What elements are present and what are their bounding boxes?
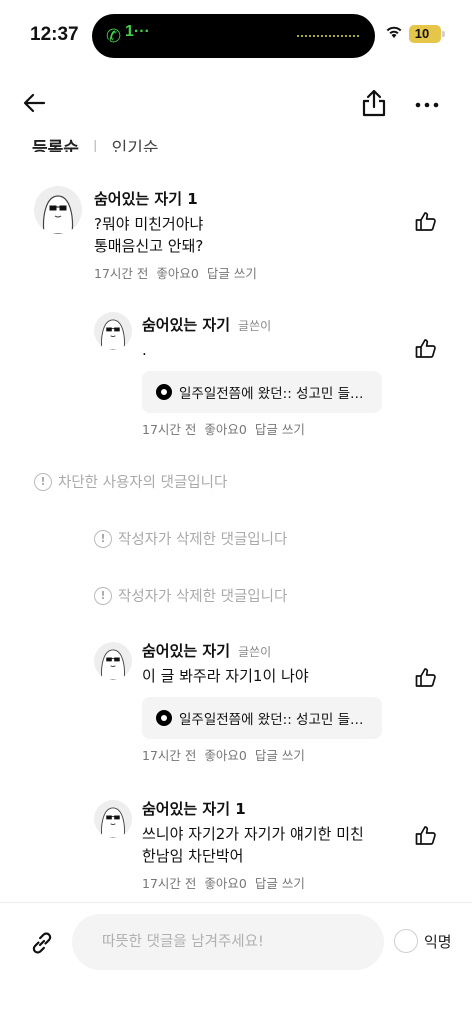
reply-comment-item: 숨어있는 자기 글쓴이 이 글 봐주라 자기1이 나야 일주일전쯤에 왔던:: … bbox=[94, 640, 444, 770]
ghost-avatar-icon bbox=[101, 319, 125, 350]
link-icon[interactable] bbox=[28, 929, 56, 957]
avatar[interactable] bbox=[94, 800, 132, 838]
reply-comment-item: 숨어있는 자기 1 쓰니야 자기2가 자기가 얘기한 미친 한남임 차단박어 1… bbox=[94, 798, 444, 898]
comment-author[interactable]: 숨어있는 자기 1 bbox=[94, 188, 198, 209]
sort-tab-registered[interactable]: 등록순 bbox=[32, 134, 79, 152]
anonymous-toggle[interactable]: 익명 bbox=[394, 929, 452, 953]
sort-tabs: 등록순 | 인기순 bbox=[32, 128, 232, 152]
comment-body: 숨어있는 자기 글쓴이 이 글 봐주라 자기1이 나야 일주일전쯤에 왔던:: … bbox=[142, 640, 402, 764]
back-button[interactable] bbox=[22, 90, 48, 116]
avatar[interactable] bbox=[94, 312, 132, 350]
comment-author[interactable]: 숨어있는 자기 1 bbox=[142, 798, 246, 819]
comment-body: 숨어있는 자기 1 ?뭐야 미친거아냐 통매음신고 안돼? 17시간 전 좋아요… bbox=[94, 188, 394, 282]
comment-like-count: 좋아요0 bbox=[204, 748, 247, 763]
sort-divider: | bbox=[92, 138, 98, 153]
phone-icon: ✆ bbox=[106, 25, 122, 47]
audio-wave-icon bbox=[297, 35, 359, 37]
share-button[interactable] bbox=[360, 88, 388, 118]
reply-button[interactable]: 답글 쓰기 bbox=[255, 419, 305, 438]
avatar[interactable] bbox=[94, 642, 132, 680]
comment-body: 숨어있는 자기 1 쓰니야 자기2가 자기가 얘기한 미친 한남임 차단박어 1… bbox=[142, 798, 412, 892]
comment-like-count: 좋아요0 bbox=[204, 876, 247, 891]
comment-author[interactable]: 숨어있는 자기 bbox=[142, 640, 230, 661]
info-icon: ! bbox=[94, 586, 112, 605]
linked-post-attachment[interactable]: 일주일전쯤에 왔던:: 성고민 들… bbox=[142, 371, 382, 413]
info-icon: ! bbox=[34, 472, 52, 491]
sort-tab-popular[interactable]: 인기순 bbox=[112, 134, 159, 152]
deleted-comment-notice: ! 작성자가 삭제한 댓글입니다 bbox=[94, 585, 287, 606]
battery-level: 10 bbox=[414, 26, 430, 41]
comment-meta: 17시간 전 좋아요0 답글 쓰기 bbox=[142, 873, 412, 892]
info-icon: ! bbox=[94, 529, 112, 548]
comment-item: 숨어있는 자기 1 ?뭐야 미친거아냐 통매음신고 안돼? 17시간 전 좋아요… bbox=[34, 186, 444, 286]
deleted-comment-text: 작성자가 삭제한 댓글입니다 bbox=[118, 532, 288, 548]
writer-badge: 글쓴이 bbox=[238, 319, 272, 333]
comment-meta: 17시간 전 좋아요0 답글 쓰기 bbox=[142, 419, 402, 438]
comment-meta: 17시간 전 좋아요0 답글 쓰기 bbox=[142, 745, 402, 764]
attachment-title: 일주일전쯤에 왔던:: 성고민 들… bbox=[179, 712, 364, 728]
post-link-icon bbox=[156, 710, 172, 726]
blocked-comment-text: 차단한 사용자의 댓글입니다 bbox=[58, 475, 228, 491]
comment-like-count: 좋아요0 bbox=[156, 266, 199, 281]
comment-time: 17시간 전 bbox=[142, 422, 197, 437]
more-options-button[interactable] bbox=[414, 92, 440, 118]
attachment-title: 일주일전쯤에 왔던:: 성고민 들… bbox=[179, 386, 364, 402]
reply-button[interactable]: 답글 쓰기 bbox=[255, 745, 305, 764]
comment-text: . bbox=[142, 341, 147, 359]
dynamic-island[interactable]: ✆ 1··· bbox=[92, 14, 375, 58]
comment-text: ?뭐야 미친거아냐 통매음신고 안돼? bbox=[94, 215, 204, 255]
avatar[interactable] bbox=[34, 186, 82, 234]
status-time: 12:37 bbox=[30, 24, 79, 45]
comment-meta: 17시간 전 좋아요0 답글 쓰기 bbox=[94, 263, 394, 282]
anonymous-checkbox[interactable] bbox=[394, 929, 418, 953]
thumbs-up-icon[interactable] bbox=[414, 824, 438, 848]
comment-body: 숨어있는 자기 글쓴이 . 일주일전쯤에 왔던:: 성고민 들… 17시간 전 … bbox=[142, 314, 402, 438]
comment-input[interactable] bbox=[72, 914, 384, 970]
comment-time: 17시간 전 bbox=[142, 748, 197, 763]
deleted-comment-text: 작성자가 삭제한 댓글입니다 bbox=[118, 589, 288, 605]
status-bar: 12:37 ✆ 1··· 10 bbox=[0, 0, 472, 70]
battery-indicator: 10 bbox=[409, 25, 441, 43]
ghost-avatar-icon bbox=[101, 807, 125, 838]
comment-time: 17시간 전 bbox=[94, 266, 149, 281]
input-bar-divider bbox=[0, 902, 472, 903]
thumbs-up-icon[interactable] bbox=[414, 337, 438, 361]
comment-like-count: 좋아요0 bbox=[204, 422, 247, 437]
ghost-avatar-icon bbox=[42, 195, 74, 234]
reply-button[interactable]: 답글 쓰기 bbox=[255, 873, 305, 892]
deleted-comment-notice: ! 작성자가 삭제한 댓글입니다 bbox=[94, 528, 287, 549]
comment-text: 이 글 봐주라 자기1이 나야 bbox=[142, 667, 309, 685]
reply-button[interactable]: 답글 쓰기 bbox=[207, 263, 257, 282]
ghost-avatar-icon bbox=[101, 649, 125, 680]
post-link-icon bbox=[156, 384, 172, 400]
anonymous-label: 익명 bbox=[424, 932, 452, 951]
thumbs-up-icon[interactable] bbox=[414, 210, 438, 234]
writer-badge: 글쓴이 bbox=[238, 645, 272, 659]
comment-text: 쓰니야 자기2가 자기가 얘기한 미친 한남임 차단박어 bbox=[142, 825, 364, 865]
linked-post-attachment[interactable]: 일주일전쯤에 왔던:: 성고민 들… bbox=[142, 697, 382, 739]
thumbs-up-icon[interactable] bbox=[414, 666, 438, 690]
reply-comment-item: 숨어있는 자기 글쓴이 . 일주일전쯤에 왔던:: 성고민 들… 17시간 전 … bbox=[94, 312, 444, 442]
comment-author[interactable]: 숨어있는 자기 bbox=[142, 314, 230, 335]
battery-cap bbox=[442, 31, 445, 37]
comment-time: 17시간 전 bbox=[142, 876, 197, 891]
wifi-icon bbox=[386, 26, 402, 38]
call-duration: 1··· bbox=[125, 23, 150, 40]
blocked-comment-notice: ! 차단한 사용자의 댓글입니다 bbox=[34, 471, 227, 492]
